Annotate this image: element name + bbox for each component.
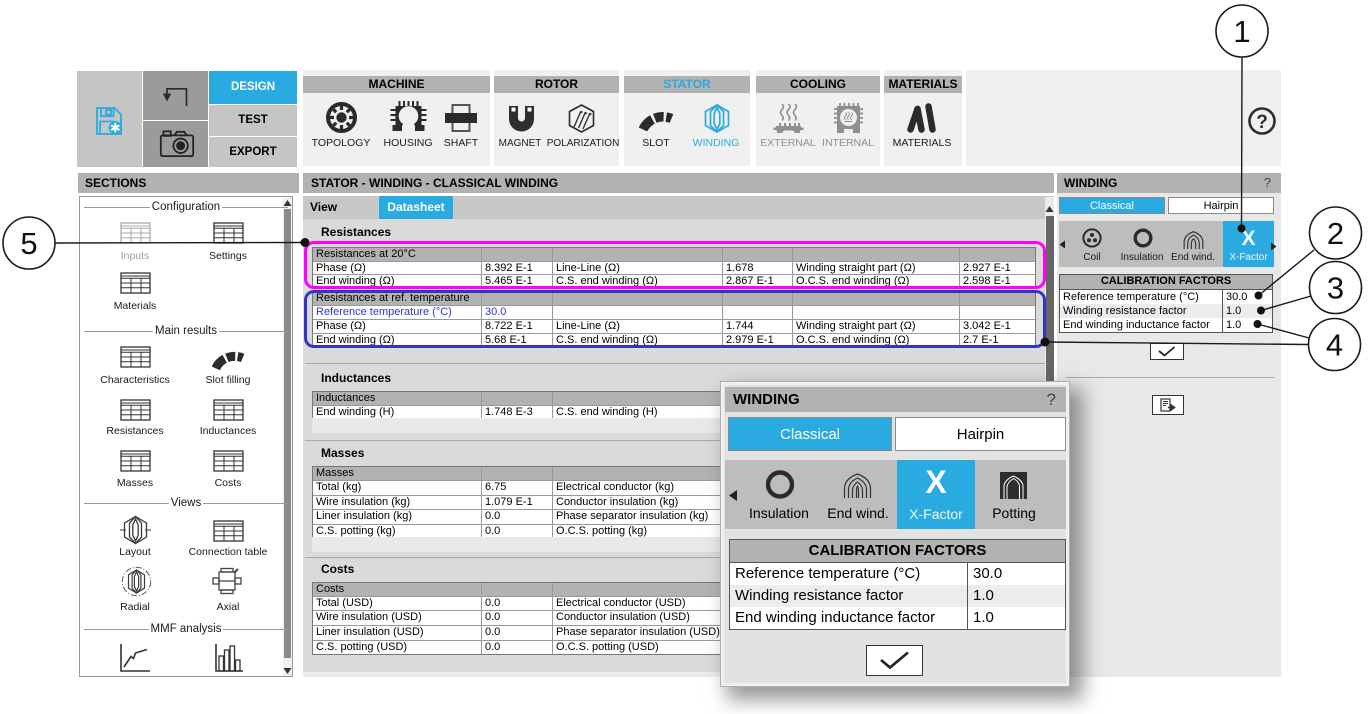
svg-text:5: 5 [20, 226, 37, 261]
svg-text:2: 2 [1327, 216, 1344, 251]
svg-text:?: ? [1256, 112, 1268, 133]
svg-text:4: 4 [1326, 328, 1343, 363]
svg-text:1: 1 [1233, 14, 1250, 49]
svg-text:3: 3 [1327, 271, 1344, 306]
